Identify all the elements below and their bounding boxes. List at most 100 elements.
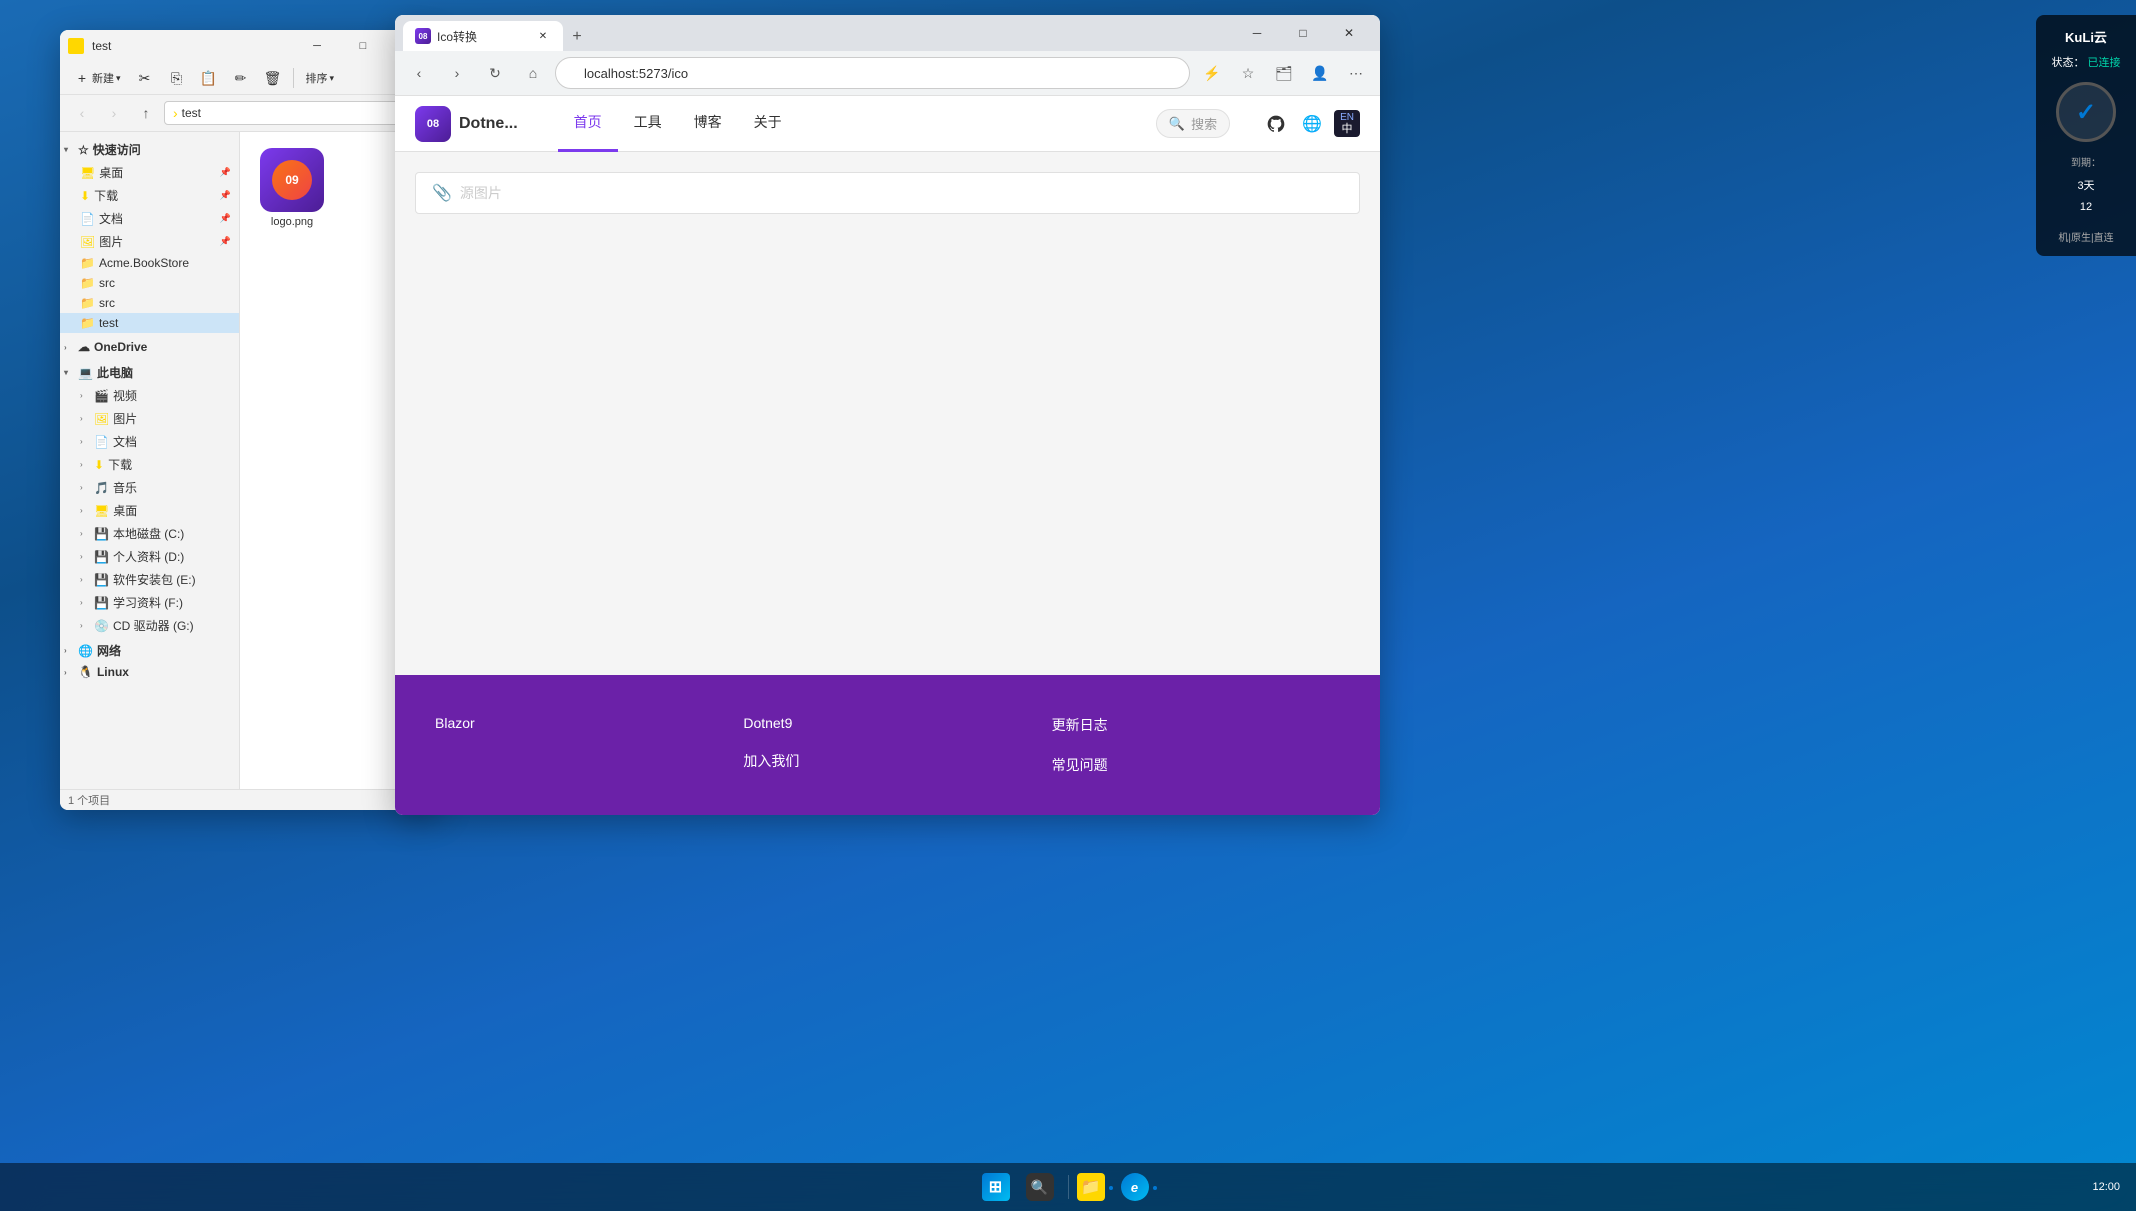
sidebar-item-src2[interactable]: 📁 src	[60, 293, 239, 313]
expiry-label: 到期：	[2044, 154, 2128, 169]
maximize-button[interactable]: □	[340, 30, 386, 62]
new-button[interactable]: + 新建 ▾	[68, 66, 127, 90]
folder-icon: 📁	[1081, 1177, 1101, 1197]
sidebar-item-downloads[interactable]: ⬇ 下载 📌	[60, 184, 239, 207]
sidebar-item-disk-c[interactable]: › 💾 本地磁盘 (C:)	[60, 522, 239, 545]
browser-tabs: 08 Ico转换 ✕ +	[403, 15, 591, 51]
nav-item-tools[interactable]: 工具	[618, 96, 678, 152]
browser-forward-button[interactable]: ›	[441, 57, 473, 89]
panel-title: KuLi云	[2044, 27, 2128, 46]
taskbar-start-button[interactable]: ⊞	[976, 1167, 1016, 1207]
tab-favicon: 08	[415, 28, 431, 44]
globe-icon-button[interactable]: 🌐	[1298, 110, 1326, 138]
browser-minimize-button[interactable]: ─	[1234, 15, 1280, 51]
tab-close-button[interactable]: ✕	[535, 28, 551, 44]
forward-button[interactable]: ›	[100, 99, 128, 127]
folder-icon: 📁	[80, 316, 95, 330]
site-logo: 08 Dotne...	[415, 106, 518, 142]
language-button[interactable]: EN 中	[1334, 110, 1360, 137]
nav-item-home[interactable]: 首页	[558, 96, 618, 152]
sidebar-item-docs[interactable]: › 📄 文档	[60, 430, 239, 453]
footer-link-dotnet9[interactable]: Dotnet9	[743, 715, 1031, 731]
panel-tags: 机|原生|直连	[2044, 229, 2128, 244]
sidebar-item-acmebookstore[interactable]: 📁 Acme.BookStore	[60, 253, 239, 273]
footer-link-changelog[interactable]: 更新日志	[1052, 715, 1340, 735]
sidebar-item-pictures[interactable]: 🖼 图片 📌	[60, 230, 239, 253]
sidebar-item-desktop[interactable]: 🖥 桌面 📌	[60, 161, 239, 184]
browser-maximize-button[interactable]: □	[1280, 15, 1326, 51]
sidebar-item-music[interactable]: › 🎵 音乐	[60, 476, 239, 499]
rename-button[interactable]: ✏	[227, 66, 255, 90]
browser-profile-button[interactable]: 👤	[1304, 57, 1336, 89]
cut-button[interactable]: ✂	[131, 66, 159, 90]
new-tab-button[interactable]: +	[563, 23, 591, 51]
sidebar-item-disk-g[interactable]: › 💿 CD 驱动器 (G:)	[60, 614, 239, 637]
sidebar-item-video[interactable]: › 🎬 视频	[60, 384, 239, 407]
sidebar-item-desktop2[interactable]: › 🖥 桌面	[60, 499, 239, 522]
this-pc-section: ▾ 💻 此电脑 › 🎬 视频 › 🖼 图片 ›	[60, 359, 239, 639]
footer-link-faq[interactable]: 常见问题	[1052, 755, 1340, 775]
up-button[interactable]: ↑	[132, 99, 160, 127]
nav-item-about[interactable]: 关于	[738, 96, 798, 152]
address-bar: ‹ › ↑ › test	[60, 95, 440, 132]
minimize-button[interactable]: ─	[294, 30, 340, 62]
footer-link-joinus[interactable]: 加入我们	[743, 751, 1031, 771]
browser-favorite-button[interactable]: ☆	[1232, 57, 1264, 89]
sort-button[interactable]: 排序 ▾	[300, 66, 341, 90]
sidebar-item-images[interactable]: › 🖼 图片	[60, 407, 239, 430]
onedrive-header[interactable]: › ☁ OneDrive	[60, 337, 239, 357]
folder-icon: 📁	[80, 256, 95, 270]
network-header[interactable]: › 🌐 网络	[60, 639, 239, 662]
paste-button[interactable]: 📋	[195, 66, 223, 90]
taskbar-browser[interactable]: e	[1121, 1167, 1161, 1207]
sidebar-item-disk-f[interactable]: › 💾 学习资料 (F:)	[60, 591, 239, 614]
taskbar-file-explorer[interactable]: 📁	[1077, 1167, 1117, 1207]
status-value: 已连接	[2088, 57, 2121, 69]
address-input[interactable]	[555, 57, 1190, 89]
folder-icon: 🖼	[94, 412, 109, 426]
disk-icon: 💾	[94, 596, 109, 610]
taskbar-search[interactable]: 🔍	[1020, 1167, 1060, 1207]
copy-icon: ⎘	[169, 70, 185, 86]
footer-link-blazor[interactable]: Blazor	[435, 715, 723, 731]
site-main: 📎 源图片	[395, 152, 1380, 675]
toolbar-divider	[293, 68, 294, 88]
quick-access-header[interactable]: ▾ ☆ 快速访问	[60, 138, 239, 161]
browser-navbar: ‹ › ↻ ⌂ 🔒 ⚡ ☆ 🗂 👤 ⋯	[395, 51, 1380, 96]
browser-refresh-button[interactable]: ↻	[479, 57, 511, 89]
quick-access-section: ▾ ☆ 快速访问 🖥 桌面 📌 ⬇ 下载 📌	[60, 136, 239, 335]
chevron-right-icon: ›	[64, 646, 74, 655]
back-button[interactable]: ‹	[68, 99, 96, 127]
address-path[interactable]: › test	[164, 101, 432, 125]
github-icon-button[interactable]	[1262, 110, 1290, 138]
browser-collections-button[interactable]: 🗂	[1268, 57, 1300, 89]
delete-button[interactable]: 🗑	[259, 66, 287, 90]
new-icon: +	[74, 70, 90, 86]
sidebar-item-disk-d[interactable]: › 💾 个人资料 (D:)	[60, 545, 239, 568]
browser-home-button[interactable]: ⌂	[517, 57, 549, 89]
browser-close-button[interactable]: ✕	[1326, 15, 1372, 51]
cut-icon: ✂	[137, 70, 153, 86]
browser-menu-button[interactable]: ⋯	[1340, 57, 1372, 89]
sidebar-item-disk-e[interactable]: › 💾 软件安装包 (E:)	[60, 568, 239, 591]
panel-circle: ✓	[2056, 82, 2116, 142]
linux-header[interactable]: › 🐧 Linux	[60, 662, 239, 682]
sidebar-item-documents[interactable]: 📄 文档 📌	[60, 207, 239, 230]
nav-item-blog[interactable]: 博客	[678, 96, 738, 152]
desktop: test ─ □ ✕ + 新建 ▾ ✂ ⎘ 📋 ✏	[0, 0, 2136, 1211]
taskbar-separator	[1068, 1175, 1069, 1199]
footer-col-3: 更新日志 常见问题	[1052, 715, 1340, 775]
copy-button[interactable]: ⎘	[163, 66, 191, 90]
disk-icon: 💾	[94, 573, 109, 587]
cd-icon: 💿	[94, 619, 109, 633]
sidebar-item-test[interactable]: 📁 test	[60, 313, 239, 333]
upload-area[interactable]: 📎 源图片	[415, 172, 1360, 214]
sidebar-item-dl[interactable]: › ⬇ 下载	[60, 453, 239, 476]
browser-tab-active[interactable]: 08 Ico转换 ✕	[403, 21, 563, 51]
browser-extension-button[interactable]: ⚡	[1196, 57, 1228, 89]
sidebar-item-src1[interactable]: 📁 src	[60, 273, 239, 293]
file-item-logo[interactable]: 09 logo.png	[252, 144, 332, 232]
this-pc-header[interactable]: ▾ 💻 此电脑	[60, 361, 239, 384]
browser-back-button[interactable]: ‹	[403, 57, 435, 89]
search-box[interactable]: 🔍 搜索	[1156, 109, 1230, 138]
